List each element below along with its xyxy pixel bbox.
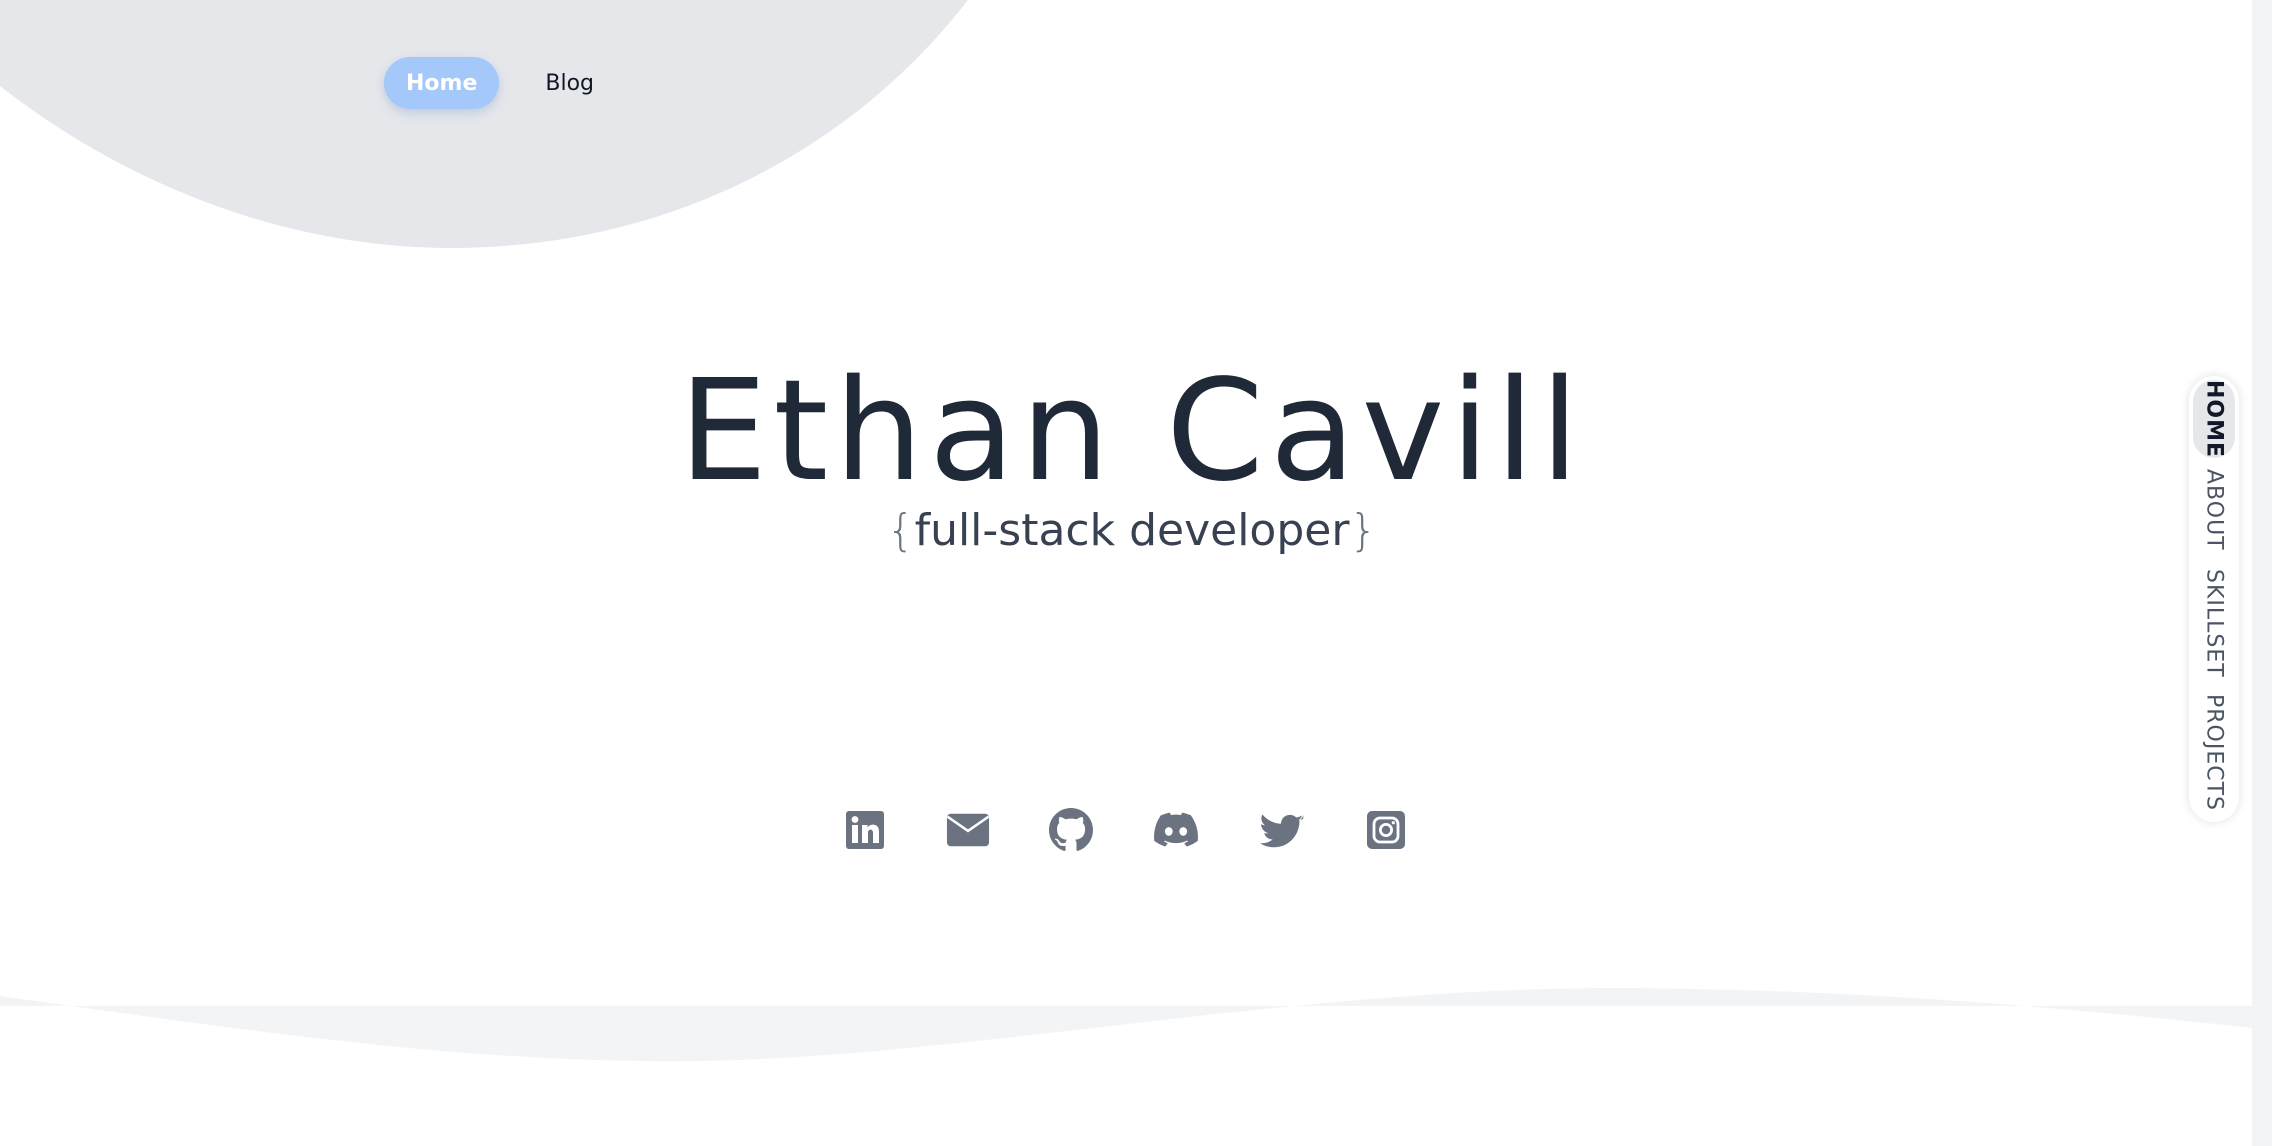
nav-blog-label: Blog: [545, 70, 595, 96]
instagram-icon: [1367, 811, 1405, 849]
side-nav: HOME ABOUT SKILLSET PROJECTS: [2189, 376, 2239, 822]
discord-icon: [1154, 812, 1198, 847]
side-nav-about-label: ABOUT: [2201, 469, 2227, 551]
social-links: [843, 808, 1408, 852]
role-text: full-stack developer: [914, 505, 1350, 556]
bottom-wave-decoration: [0, 987, 2254, 1062]
instagram-link[interactable]: [1364, 808, 1408, 852]
discord-link[interactable]: [1154, 808, 1198, 852]
role-open-brace: {: [886, 505, 915, 556]
role-close-brace: }: [1349, 505, 1378, 556]
nav-blog-link[interactable]: Blog: [545, 71, 594, 96]
side-nav-item-projects[interactable]: PROJECTS: [2189, 694, 2239, 812]
top-blob-decoration: [0, 0, 968, 248]
nav-home-button[interactable]: Home: [384, 57, 500, 109]
nav-home-label: Home: [406, 70, 478, 96]
mail-icon: [946, 813, 990, 847]
twitter-link[interactable]: [1260, 808, 1304, 852]
side-nav-projects-label: PROJECTS: [2201, 694, 2227, 812]
twitter-icon: [1260, 814, 1304, 848]
top-nav: Home Blog: [384, 57, 594, 109]
side-nav-item-skillset[interactable]: SKILLSET: [2189, 568, 2239, 678]
github-icon: [1049, 808, 1093, 851]
page: Home Blog Ethan Cavill {full-stack devel…: [0, 0, 2272, 1146]
hero-role: {full-stack developer}: [0, 503, 2264, 559]
side-nav-item-home[interactable]: HOME: [2189, 380, 2239, 458]
linkedin-link[interactable]: [843, 808, 887, 852]
linkedin-icon: [846, 811, 884, 849]
hero-name: Ethan Cavill: [678, 350, 1586, 513]
side-nav-home-label: HOME: [2201, 379, 2227, 459]
side-nav-skillset-label: SKILLSET: [2201, 568, 2227, 678]
scrollbar-track[interactable]: [2252, 0, 2272, 1146]
email-link[interactable]: [946, 808, 990, 852]
side-nav-item-about[interactable]: ABOUT: [2189, 468, 2239, 552]
github-link[interactable]: [1049, 808, 1093, 852]
